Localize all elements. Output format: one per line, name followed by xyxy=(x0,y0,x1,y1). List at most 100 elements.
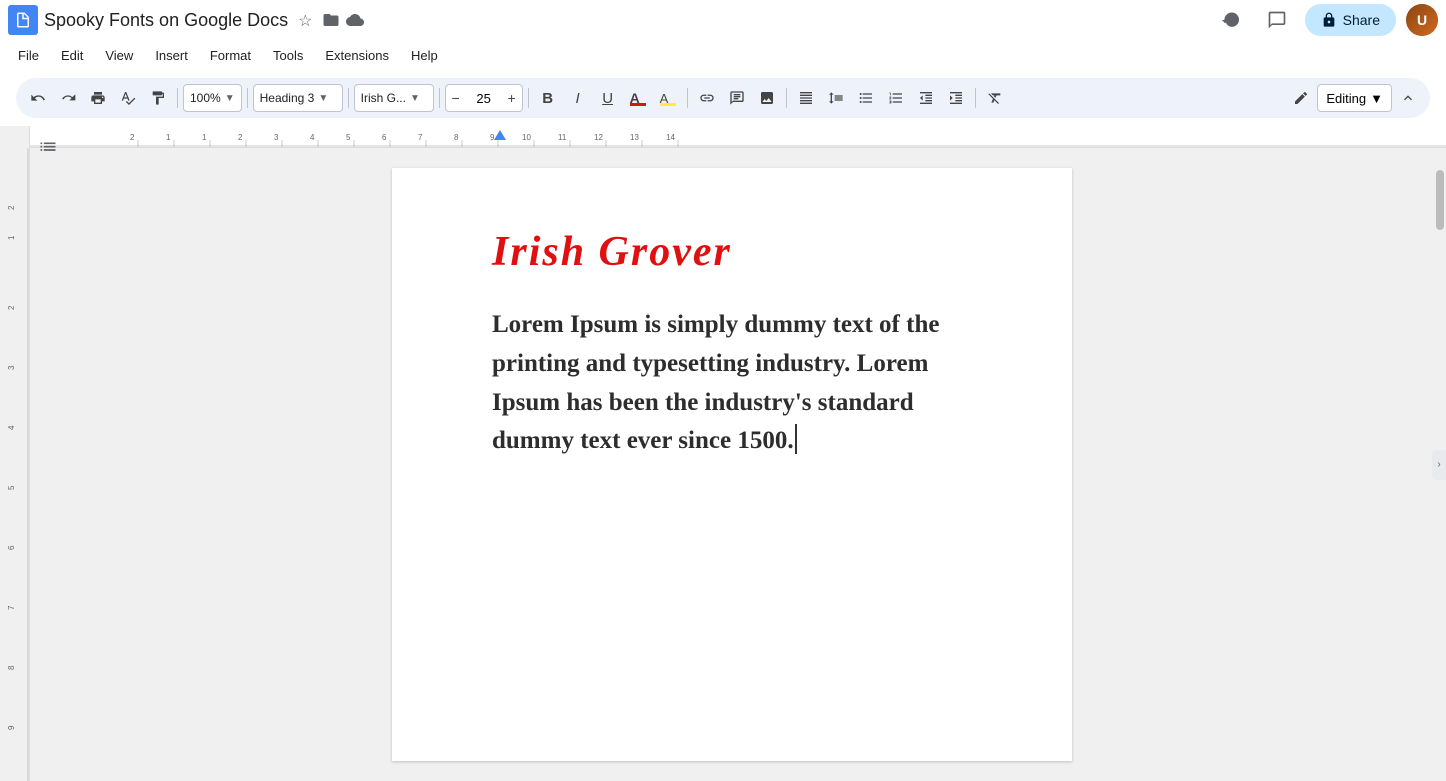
zoom-arrow-icon: ▼ xyxy=(225,93,235,104)
underline-button[interactable]: U xyxy=(594,84,622,112)
title-icons: ☆ xyxy=(298,11,364,29)
title-bar: Spooky Fonts on Google Docs ☆ Share U xyxy=(0,0,1446,40)
indent-decrease-button[interactable] xyxy=(912,84,940,112)
numbered-list-button[interactable] xyxy=(882,84,910,112)
document-title: Spooky Fonts on Google Docs xyxy=(44,10,288,31)
bullet-list-button[interactable] xyxy=(852,84,880,112)
divider-3 xyxy=(348,88,349,108)
collapse-panel-button[interactable]: › xyxy=(1432,450,1446,480)
menu-extensions[interactable]: Extensions xyxy=(315,44,399,67)
vertical-scrollbar[interactable]: › xyxy=(1434,148,1446,781)
menu-help[interactable]: Help xyxy=(401,44,448,67)
folder-icon[interactable] xyxy=(322,11,340,29)
scrollbar-thumb[interactable] xyxy=(1436,170,1444,230)
left-ruler: 2 1 2 3 4 5 6 7 8 9 10 11 xyxy=(0,148,30,781)
svg-text:12: 12 xyxy=(594,133,603,142)
share-button[interactable]: Share xyxy=(1305,4,1396,36)
comment-button[interactable] xyxy=(1259,2,1295,38)
add-comment-button[interactable] xyxy=(723,84,751,112)
svg-text:5: 5 xyxy=(7,485,16,490)
text-color-button[interactable]: A xyxy=(624,84,652,112)
expand-button[interactable] xyxy=(1394,84,1422,112)
svg-text:6: 6 xyxy=(382,133,387,142)
indent-increase-button[interactable] xyxy=(942,84,970,112)
svg-text:7: 7 xyxy=(7,605,16,610)
print-button[interactable] xyxy=(84,84,112,112)
heading-arrow-icon: ▼ xyxy=(318,93,328,104)
menu-edit[interactable]: Edit xyxy=(51,44,93,67)
cloud-icon xyxy=(346,11,364,29)
editing-label: Editing xyxy=(1326,91,1366,106)
heading-style-select[interactable]: Heading 3 ▼ xyxy=(253,84,343,112)
font-size-input[interactable] xyxy=(466,91,502,106)
align-button[interactable] xyxy=(792,84,820,112)
document-page[interactable]: Irish Grover Lorem Ipsum is simply dummy… xyxy=(392,168,1072,761)
divider-1 xyxy=(177,88,178,108)
svg-text:3: 3 xyxy=(7,365,16,370)
insert-image-button[interactable] xyxy=(753,84,781,112)
svg-text:3: 3 xyxy=(274,133,279,142)
svg-text:10: 10 xyxy=(522,133,531,142)
toolbar: 100% ▼ Heading 3 ▼ Irish G... ▼ − + B I … xyxy=(16,78,1430,118)
svg-text:11: 11 xyxy=(558,133,567,142)
link-button[interactable] xyxy=(693,84,721,112)
svg-text:1: 1 xyxy=(202,133,207,142)
outline-icon[interactable] xyxy=(38,148,58,165)
document-body[interactable]: Lorem Ipsum is simply dummy text of the … xyxy=(492,306,992,461)
divider-7 xyxy=(786,88,787,108)
svg-text:4: 4 xyxy=(7,425,16,430)
menu-insert[interactable]: Insert xyxy=(145,44,198,67)
svg-text:2: 2 xyxy=(7,205,16,210)
zoom-value: 100% xyxy=(190,91,221,105)
font-name-value: Irish G... xyxy=(361,91,406,105)
menu-file[interactable]: File xyxy=(8,44,49,67)
doc-area[interactable]: Irish Grover Lorem Ipsum is simply dummy… xyxy=(30,148,1434,781)
font-name-select[interactable]: Irish G... ▼ xyxy=(354,84,434,112)
left-ruler-svg: 2 1 2 3 4 5 6 7 8 9 10 11 xyxy=(0,148,29,781)
editing-button[interactable]: Editing ▼ xyxy=(1317,84,1392,112)
svg-text:2: 2 xyxy=(130,133,135,142)
document-heading: Irish Grover xyxy=(492,228,992,276)
svg-text:8: 8 xyxy=(7,665,16,670)
user-avatar[interactable]: U xyxy=(1406,4,1438,36)
editing-arrow-icon: ▼ xyxy=(1370,91,1383,106)
share-label: Share xyxy=(1343,12,1380,28)
clear-format-button[interactable] xyxy=(981,84,1009,112)
ruler-svg: 2 1 1 2 3 4 5 6 7 8 9 10 11 12 13 14 xyxy=(30,126,1446,147)
paint-format-button[interactable] xyxy=(144,84,172,112)
main-area: 2 1 2 3 4 5 6 7 8 9 10 11 Irish G xyxy=(0,148,1446,781)
zoom-select[interactable]: 100% ▼ xyxy=(183,84,242,112)
line-spacing-button[interactable] xyxy=(822,84,850,112)
svg-text:1: 1 xyxy=(166,133,171,142)
star-icon[interactable]: ☆ xyxy=(298,11,316,29)
svg-text:4: 4 xyxy=(310,133,315,142)
svg-text:2: 2 xyxy=(238,133,243,142)
font-arrow-icon: ▼ xyxy=(410,93,420,104)
menu-view[interactable]: View xyxy=(95,44,143,67)
menu-format[interactable]: Format xyxy=(200,44,261,67)
font-size-control: − + xyxy=(445,84,523,112)
svg-text:5: 5 xyxy=(346,133,351,142)
spellcheck-button[interactable] xyxy=(114,84,142,112)
svg-text:1: 1 xyxy=(7,235,16,240)
history-button[interactable] xyxy=(1213,2,1249,38)
svg-text:7: 7 xyxy=(418,133,423,142)
italic-button[interactable]: I xyxy=(564,84,592,112)
redo-button[interactable] xyxy=(54,84,82,112)
svg-text:6: 6 xyxy=(7,545,16,550)
svg-text:2: 2 xyxy=(7,305,16,310)
svg-text:14: 14 xyxy=(666,133,675,142)
svg-text:9: 9 xyxy=(490,133,495,142)
bold-button[interactable]: B xyxy=(534,84,562,112)
menu-tools[interactable]: Tools xyxy=(263,44,313,67)
svg-text:8: 8 xyxy=(454,133,459,142)
docs-logo xyxy=(8,5,38,35)
pencil-icon xyxy=(1287,84,1315,112)
divider-4 xyxy=(439,88,440,108)
divider-5 xyxy=(528,88,529,108)
highlight-button[interactable]: A xyxy=(654,84,682,112)
font-size-plus-button[interactable]: + xyxy=(502,85,522,111)
heading-style-value: Heading 3 xyxy=(260,91,315,105)
font-size-minus-button[interactable]: − xyxy=(446,85,466,111)
undo-button[interactable] xyxy=(24,84,52,112)
